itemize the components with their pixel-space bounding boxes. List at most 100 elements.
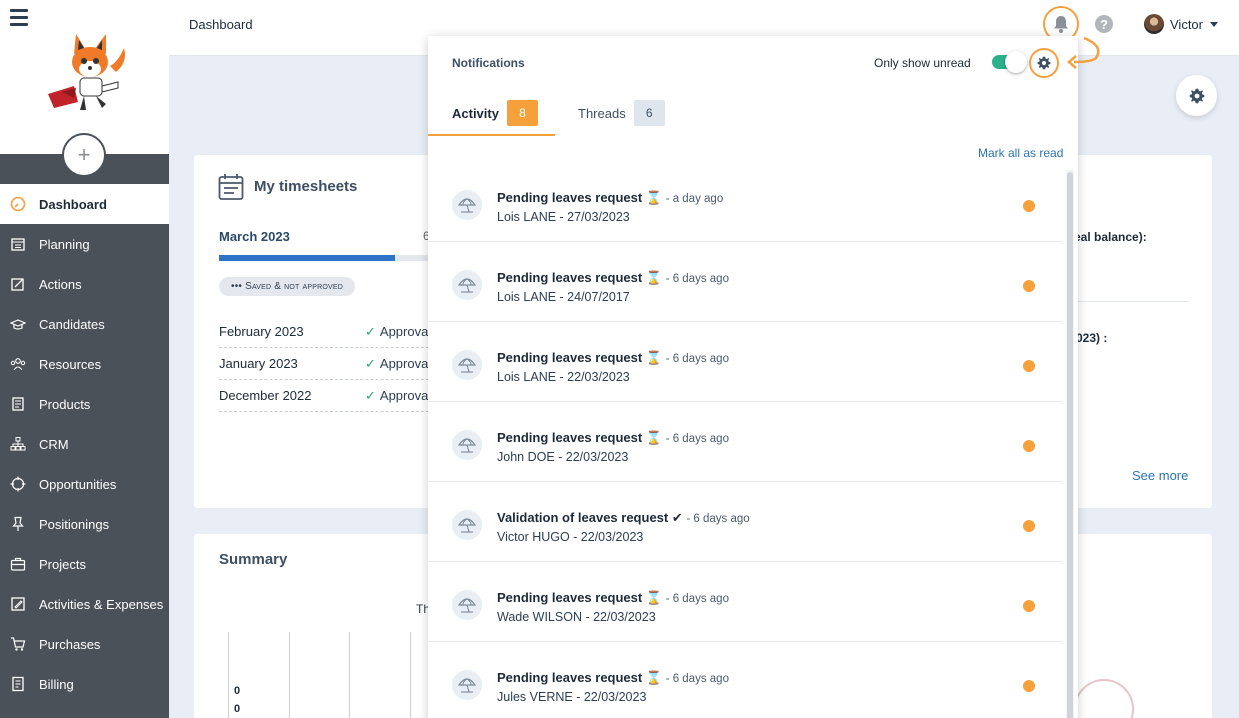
sidebar-item-label: Positionings: [39, 516, 110, 532]
notifications-title: Notifications: [452, 56, 525, 70]
notification-time: - 6 days ago: [665, 673, 729, 685]
umbrella-icon: [452, 270, 482, 300]
chart-value-label: 0: [234, 703, 241, 715]
sidebar-item-label: Planning: [39, 236, 90, 252]
sidebar: + Dashboard Planning Actions Candidates …: [0, 0, 169, 718]
row-month: December 2022: [219, 388, 312, 403]
umbrella-icon: [452, 190, 482, 220]
unread-dot[interactable]: [1023, 360, 1035, 372]
scrollbar[interactable]: [1066, 170, 1074, 718]
opportunities-icon: [9, 475, 27, 493]
add-button[interactable]: +: [62, 133, 106, 177]
check-icon: ✔: [671, 510, 683, 525]
notification-item[interactable]: Pending leaves request ⌛ - 6 days ago Lo…: [428, 322, 1062, 402]
notification-subtitle: Lois LANE - 22/03/2023: [497, 370, 630, 384]
dashboard-icon: [9, 195, 27, 213]
divider: [1068, 301, 1188, 302]
notification-subtitle: Wade WILSON - 22/03/2023: [497, 610, 656, 624]
fox-logo: [48, 34, 125, 110]
notification-item[interactable]: Pending leaves request ⌛ - a day ago Loi…: [428, 162, 1062, 242]
unread-dot[interactable]: [1023, 280, 1035, 292]
table-row[interactable]: December 2022 ✓ Approva: [219, 380, 429, 412]
notification-item[interactable]: Pending leaves request ⌛ - 6 days ago Lo…: [428, 242, 1062, 322]
row-status: ✓ Approva: [365, 388, 428, 404]
notification-time: - 6 days ago: [665, 273, 729, 285]
sidebar-item-opportunities[interactable]: Opportunities: [0, 464, 169, 504]
table-row[interactable]: February 2023 ✓ Approva: [219, 316, 429, 348]
table-row[interactable]: January 2023 ✓ Approva: [219, 348, 429, 380]
briefcase-icon: [9, 555, 27, 573]
see-more-link[interactable]: See more: [1132, 468, 1188, 483]
umbrella-icon: [452, 430, 482, 460]
notification-item[interactable]: Pending leaves request ⌛ - 6 days ago Ju…: [428, 642, 1062, 718]
row-status: ✓ Approva: [365, 356, 428, 372]
notification-item[interactable]: Pending leaves request ⌛ - 6 days ago Wa…: [428, 562, 1062, 642]
sidebar-item-crm[interactable]: CRM: [0, 424, 169, 464]
sidebar-item-projects[interactable]: Projects: [0, 544, 169, 584]
hourglass-icon: ⌛: [645, 430, 663, 445]
only-unread-label: Only show unread: [874, 56, 971, 70]
unread-dot[interactable]: [1023, 600, 1035, 612]
hourglass-icon: ⌛: [645, 190, 663, 205]
sidebar-item-planning[interactable]: Planning: [0, 224, 169, 264]
chart-gridline: [410, 632, 411, 718]
callout-arrow-icon: [1067, 36, 1100, 69]
sidebar-item-activities-expenses[interactable]: Activities & Expenses: [0, 584, 169, 624]
umbrella-icon: [452, 510, 482, 540]
current-month: March 2023: [219, 229, 290, 244]
check-icon: ✓: [365, 387, 376, 403]
sidebar-item-products[interactable]: Products: [0, 384, 169, 424]
unread-dot[interactable]: [1023, 680, 1035, 692]
billing-icon: [9, 675, 27, 693]
sidebar-item-label: Resources: [39, 356, 102, 372]
chart-value-label: 0: [234, 685, 241, 697]
page-title: Dashboard: [189, 17, 253, 32]
notifications-panel: Notifications Only show unread Activity …: [428, 36, 1078, 718]
unread-dot[interactable]: [1023, 200, 1035, 212]
umbrella-icon: [452, 350, 482, 380]
hourglass-icon: ⌛: [645, 590, 663, 605]
notification-title: Pending leaves request: [497, 590, 643, 605]
notification-item[interactable]: Validation of leaves request ✔ - 6 days …: [428, 482, 1062, 562]
period-label: 023) :: [1076, 331, 1108, 345]
sidebar-item-candidates[interactable]: Candidates: [0, 304, 169, 344]
timesheet-progress: [219, 255, 439, 261]
user-menu[interactable]: Victor: [1144, 14, 1218, 34]
notification-settings-button[interactable]: [1029, 48, 1059, 78]
hourglass-icon: ⌛: [645, 670, 663, 685]
toggle-knob: [1005, 51, 1027, 73]
unread-dot[interactable]: [1023, 520, 1035, 532]
sidebar-item-label: Opportunities: [39, 476, 117, 492]
gear-icon: [1037, 56, 1051, 70]
sidebar-item-purchases[interactable]: Purchases: [0, 624, 169, 664]
mark-all-read-link[interactable]: Mark all as read: [978, 146, 1063, 160]
sidebar-item-positionings[interactable]: Positionings: [0, 504, 169, 544]
products-icon: [9, 395, 27, 413]
balance-label: eal balance):: [1074, 230, 1147, 244]
notification-title: Pending leaves request: [497, 670, 643, 685]
tab-threads[interactable]: Threads 6: [578, 100, 665, 126]
notification-subtitle: Lois LANE - 27/03/2023: [497, 210, 630, 224]
check-icon: ✓: [365, 355, 376, 371]
sidebar-item-dashboard[interactable]: Dashboard: [0, 184, 169, 224]
summary-title: Summary: [219, 551, 288, 568]
sidebar-item-billing[interactable]: Billing: [0, 664, 169, 704]
row-status-label: Approva: [379, 355, 429, 371]
notification-item[interactable]: Pending leaves request ⌛ - 6 days ago Jo…: [428, 402, 1062, 482]
candidates-icon: [9, 315, 27, 333]
sidebar-item-label: Activities & Expenses: [39, 596, 164, 612]
sidebar-item-label: Actions: [39, 276, 82, 292]
sidebar-item-resources[interactable]: Resources: [0, 344, 169, 384]
row-month: January 2023: [219, 356, 298, 371]
planning-icon: [9, 235, 27, 253]
tab-activity[interactable]: Activity 8: [452, 100, 538, 126]
unread-dot[interactable]: [1023, 440, 1035, 452]
scrollbar-thumb[interactable]: [1067, 172, 1073, 718]
only-unread-toggle[interactable]: [992, 51, 1027, 73]
timesheet-progress-fill: [219, 255, 395, 261]
sidebar-item-actions[interactable]: Actions: [0, 264, 169, 304]
umbrella-icon: [452, 670, 482, 700]
dashboard-settings-button[interactable]: [1176, 75, 1217, 116]
menu-icon[interactable]: [10, 9, 28, 27]
hourglass-icon: ⌛: [645, 350, 663, 365]
